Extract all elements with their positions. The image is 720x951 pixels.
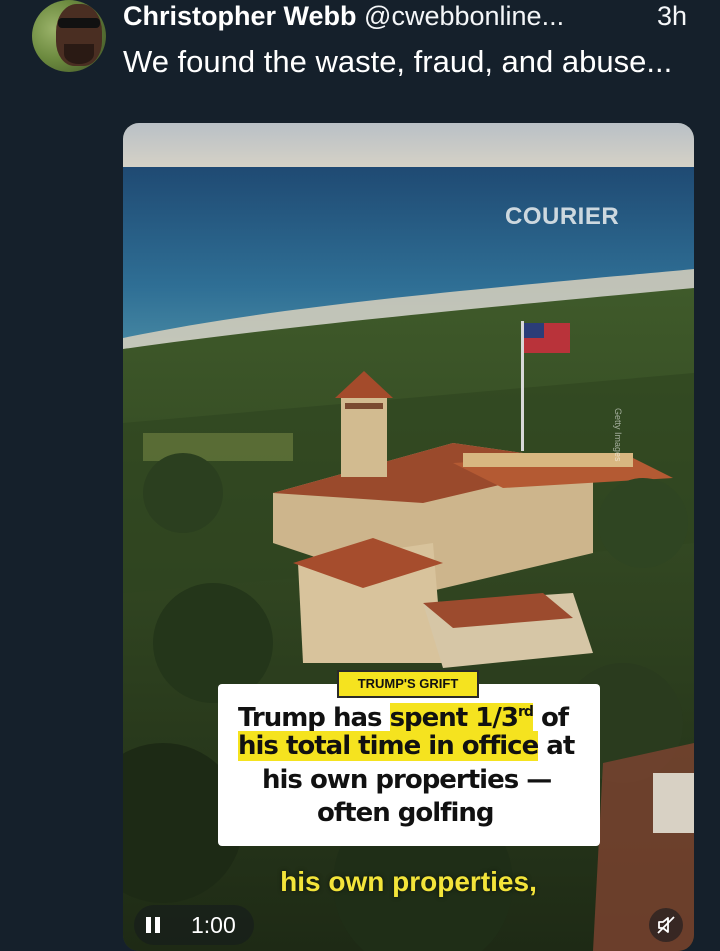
author-handle[interactable]: @cwebbonline: [364, 1, 542, 31]
muted-speaker-icon: [657, 916, 675, 934]
post-time[interactable]: 3h: [657, 0, 687, 32]
tweet-header: Christopher Webb @cwebbonline...: [123, 0, 564, 34]
headline-line-1: Trump has spent 1/3rd of: [238, 696, 569, 734]
category-tag: TRUMP'S GRIFT: [337, 670, 479, 698]
handle-truncation: ...: [541, 1, 565, 31]
headline-line-2-highlight: his total time in office: [238, 731, 539, 761]
tweet-text: We found the waste, fraud, and abuse...: [123, 44, 673, 79]
headline-line-1-highlight-text: spent 1/3: [389, 703, 519, 733]
mute-button[interactable]: [649, 908, 683, 942]
headline-line-3: his own properties —: [262, 765, 552, 795]
headline-card: Trump has spent 1/3rd of his total time …: [218, 684, 600, 846]
video-player[interactable]: COURIER Getty Images Trump has spent 1/3…: [123, 123, 694, 951]
avatar-sunglasses: [58, 18, 100, 28]
author-name[interactable]: Christopher Webb: [123, 1, 357, 31]
tweet: Christopher Webb @cwebbonline... 3h We f…: [0, 0, 720, 951]
headline-line-4: often golfing: [317, 798, 495, 828]
video-timecode: 1:00: [191, 912, 236, 938]
headline-line-2: his total time in office at: [238, 730, 575, 762]
headline-line-1-text: Trump has: [238, 703, 390, 733]
headline-superscript: rd: [517, 704, 534, 720]
author-avatar[interactable]: [32, 0, 106, 72]
photo-credit: Getty Images: [613, 408, 623, 462]
video-caption: his own properties,: [280, 866, 537, 897]
headline-line-2-end: at: [538, 731, 575, 761]
headline-line-1-highlight: spent 1/3rd: [389, 703, 534, 733]
pause-icon[interactable]: [146, 917, 160, 933]
courier-watermark: COURIER: [505, 203, 620, 230]
avatar-beard: [64, 44, 94, 64]
playback-control[interactable]: 1:00: [134, 905, 254, 945]
headline-line-1-end: of: [532, 703, 569, 733]
